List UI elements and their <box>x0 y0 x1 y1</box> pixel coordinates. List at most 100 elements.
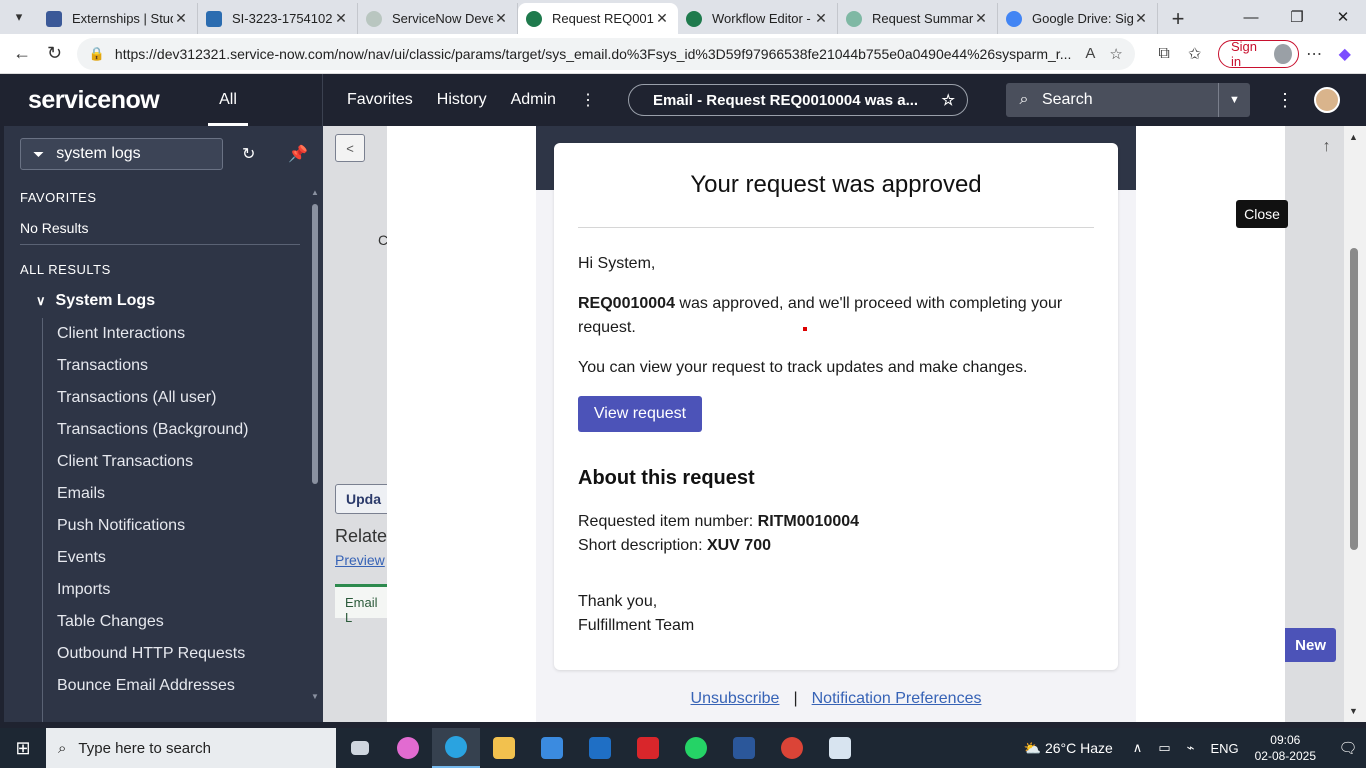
scroll-up-icon[interactable]: ▲ <box>311 188 319 197</box>
request-number: REQ0010004 <box>578 295 675 312</box>
ritm-line: Requested item number: RITM0010004 <box>578 513 860 530</box>
browser-tab[interactable]: Externships | Studen✕ <box>38 3 198 34</box>
file-explorer-icon[interactable] <box>480 728 528 768</box>
unsubscribe-link[interactable]: Unsubscribe <box>691 690 780 707</box>
nav-item[interactable]: Push Notifications <box>57 517 185 535</box>
browser-tab-active[interactable]: Request REQ0010 ✕ <box>518 3 678 34</box>
email-log-tab[interactable]: Email L <box>335 584 395 625</box>
close-tab-icon[interactable]: ✕ <box>813 10 829 27</box>
scroll-up-icon[interactable]: ▲ <box>1349 132 1358 142</box>
more-options-icon[interactable]: ⋯ <box>1299 44 1330 64</box>
user-avatar[interactable] <box>1313 87 1340 113</box>
close-window-icon[interactable]: ✕ <box>1320 0 1366 34</box>
show-hidden-icons-icon[interactable]: ∧ <box>1133 740 1143 756</box>
nav-scrollbar[interactable] <box>312 204 318 484</box>
language-indicator[interactable]: ENG <box>1210 741 1238 756</box>
microsoft-store-icon[interactable] <box>528 728 576 768</box>
wps-office-icon[interactable] <box>624 728 672 768</box>
word-icon[interactable] <box>720 728 768 768</box>
more-menu-icon[interactable]: ⋮ <box>580 90 596 110</box>
browser-tab[interactable]: Workflow Editor - ✕ <box>678 3 838 34</box>
context-title-pill[interactable]: Email - Request REQ0010004 was a... ☆ <box>627 84 968 116</box>
edge-browser-icon[interactable] <box>432 728 480 768</box>
star-icon[interactable]: ☆ <box>941 91 954 109</box>
servicenow-logo[interactable]: servicenow <box>0 86 198 115</box>
whatsapp-icon[interactable] <box>672 728 720 768</box>
browser-tab[interactable]: SI-3223-17541027 ✕ <box>198 3 358 34</box>
refresh-icon[interactable]: ↻ <box>38 38 70 70</box>
all-menu-tab[interactable]: All <box>198 74 258 126</box>
related-links-heading: Relate <box>335 526 388 546</box>
nav-item[interactable]: Transactions (All user) <box>57 389 216 407</box>
close-tab-icon[interactable]: ✕ <box>1133 10 1149 27</box>
close-tab-icon[interactable]: ✕ <box>173 10 189 27</box>
copilot-app-icon[interactable] <box>384 728 432 768</box>
nav-item[interactable]: Imports <box>57 581 110 599</box>
sign-in-button[interactable]: Sign in <box>1217 39 1299 69</box>
favorites-icon[interactable]: ✩ <box>1179 44 1210 64</box>
chrome-icon[interactable] <box>768 728 816 768</box>
lock-icon[interactable]: 🔒 <box>89 46 105 62</box>
preview-link[interactable]: Preview <box>335 552 385 568</box>
global-search[interactable]: ⌕ Search ▼ <box>1005 83 1250 117</box>
copilot-icon[interactable]: ◆ <box>1329 44 1360 64</box>
nav-filter-input[interactable]: ⏷ system logs <box>20 138 223 170</box>
document-app-icon[interactable] <box>816 728 864 768</box>
pin-icon[interactable]: 📌 <box>288 144 308 164</box>
notifications-icon[interactable]: 🗨 <box>1330 739 1366 757</box>
task-view-icon[interactable] <box>336 728 384 768</box>
notification-preferences-link[interactable]: Notification Preferences <box>812 690 982 707</box>
nav-group-system-logs[interactable]: ∨ System Logs <box>36 292 155 310</box>
scroll-down-icon[interactable]: ▼ <box>1349 706 1358 716</box>
tab-actions-menu-icon[interactable]: ▾ <box>0 0 38 34</box>
browser-tab[interactable]: Google Drive: Sign ✕ <box>998 3 1158 34</box>
nav-item[interactable]: Emails <box>57 485 105 503</box>
about-heading: About this request <box>578 467 755 489</box>
minimize-icon[interactable]: — <box>1228 0 1274 34</box>
close-tab-icon[interactable]: ✕ <box>654 10 670 27</box>
view-request-button[interactable]: View request <box>578 396 702 432</box>
new-tab-icon[interactable]: + <box>1158 3 1198 34</box>
nav-item[interactable]: Table Changes <box>57 613 164 631</box>
nav-favorites[interactable]: Favorites <box>347 91 413 109</box>
read-aloud-icon[interactable]: A <box>1085 45 1095 62</box>
chevron-down-icon[interactable]: ▼ <box>1217 83 1250 117</box>
outlook-icon[interactable] <box>576 728 624 768</box>
tab-favicon-icon <box>46 10 62 27</box>
battery-icon[interactable]: ▭ <box>1158 740 1170 756</box>
back-icon[interactable]: ← <box>6 38 38 70</box>
close-tab-icon[interactable]: ✕ <box>493 10 509 27</box>
nav-admin[interactable]: Admin <box>511 91 556 109</box>
clock[interactable]: 09:06 02-08-2025 <box>1255 732 1316 764</box>
header-more-icon[interactable]: ⋮ <box>1270 90 1300 111</box>
url-field[interactable]: 🔒 https://dev312321.service-now.com/now/… <box>76 37 1135 70</box>
browser-tab-strip: ▾ Externships | Studen✕ SI-3223-17541027… <box>0 0 1366 34</box>
extensions-icon[interactable]: ⧉ <box>1149 45 1180 63</box>
nav-item[interactable]: Bounce Email Addresses <box>57 677 235 695</box>
servicenow-header: servicenow All Favorites History Admin ⋮… <box>0 74 1366 126</box>
nav-history[interactable]: History <box>437 91 487 109</box>
nav-item[interactable]: Outbound HTTP Requests <box>57 645 245 663</box>
refresh-icon[interactable]: ↻ <box>242 144 255 164</box>
nav-item[interactable]: Transactions <box>57 357 148 375</box>
title-divider <box>578 227 1094 228</box>
close-tab-icon[interactable]: ✕ <box>333 10 349 27</box>
nav-item[interactable]: Client Transactions <box>57 453 193 471</box>
close-tooltip[interactable]: Close <box>1236 200 1288 228</box>
nav-item[interactable]: Events <box>57 549 106 567</box>
browser-tab[interactable]: Request Summary ✕ <box>838 3 998 34</box>
taskbar-search[interactable]: ⌕ Type here to search <box>46 728 336 768</box>
close-tab-icon[interactable]: ✕ <box>973 10 989 27</box>
scroll-down-icon[interactable]: ▼ <box>311 692 319 701</box>
nav-item[interactable]: Client Interactions <box>57 325 185 343</box>
windows-start-icon[interactable]: ⊞ <box>0 728 46 768</box>
browser-tab[interactable]: ServiceNow Develo✕ <box>358 3 518 34</box>
address-bar: ← ↻ 🔒 https://dev312321.service-now.com/… <box>0 34 1366 74</box>
nav-item[interactable]: Transactions (Background) <box>57 421 249 439</box>
weather-widget[interactable]: ⛅ 26°C Haze <box>1024 740 1113 757</box>
network-icon[interactable]: ⌁ <box>1187 740 1195 756</box>
page-scrollbar[interactable] <box>1350 248 1358 550</box>
restore-icon[interactable]: ❐ <box>1274 0 1320 34</box>
favorite-star-icon[interactable]: ☆ <box>1109 45 1122 63</box>
back-button[interactable]: < <box>335 134 365 162</box>
